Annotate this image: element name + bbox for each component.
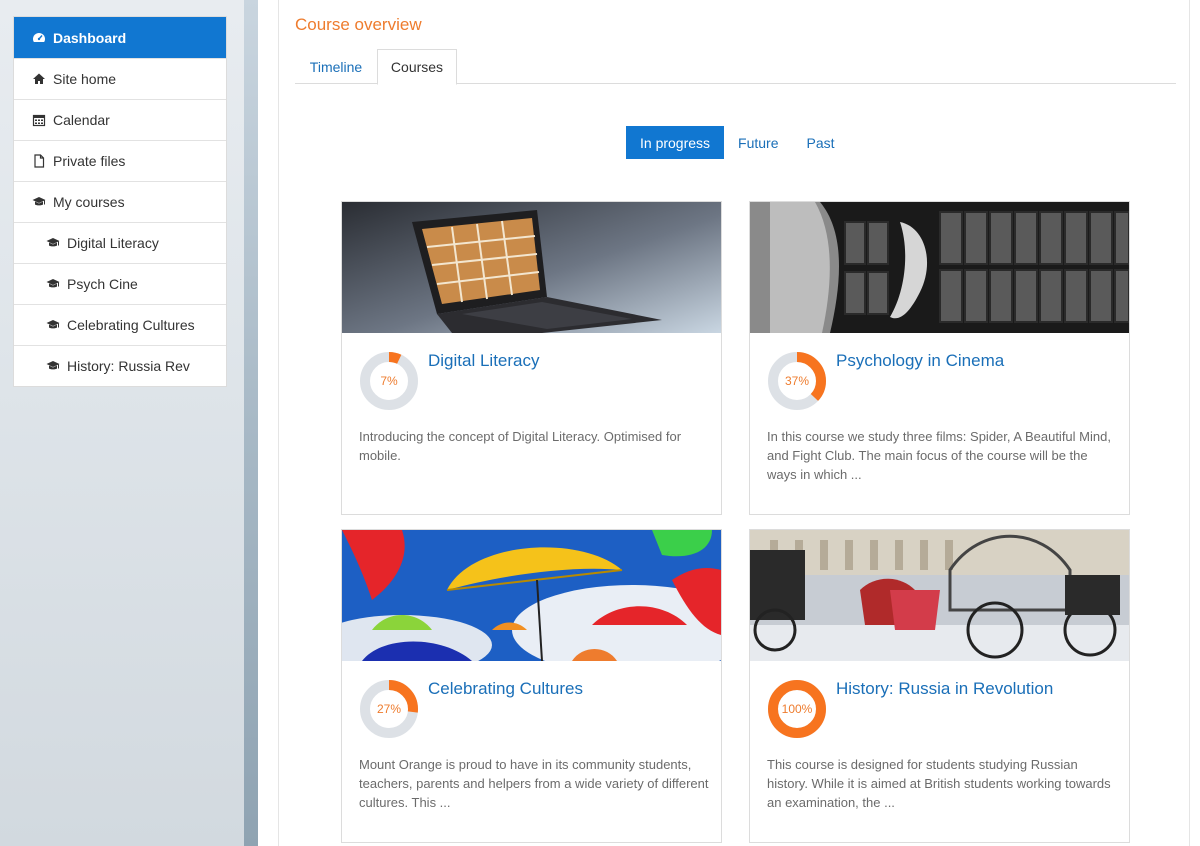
- nav-item-history-russia-rev[interactable]: History: Russia Rev: [14, 345, 226, 386]
- nav-item-private-files[interactable]: Private files: [14, 140, 226, 181]
- nav-item-digital-literacy[interactable]: Digital Literacy: [14, 222, 226, 263]
- course-filter-group: In progress Future Past: [626, 126, 849, 159]
- block-title: Course overview: [295, 15, 422, 34]
- course-image-faces[interactable]: [750, 202, 1129, 333]
- nav-item-dashboard[interactable]: Dashboard: [14, 17, 226, 58]
- course-summary: This course is designed for students stu…: [767, 757, 1111, 810]
- progress-percent: 27%: [376, 702, 402, 716]
- progress-percent: 100%: [781, 702, 813, 716]
- course-summary: In this course we study three films: Spi…: [767, 429, 1111, 482]
- graduation-cap-icon: [45, 318, 61, 332]
- course-title-link[interactable]: Celebrating Cultures: [428, 679, 583, 699]
- nav-label: Site home: [53, 71, 117, 87]
- graduation-cap-icon: [45, 236, 61, 250]
- progress-chart: 37%: [766, 350, 828, 412]
- course-summary: Mount Orange is proud to have in its com…: [359, 757, 709, 810]
- filter-past[interactable]: Past: [793, 126, 849, 159]
- nav-label: Digital Literacy: [67, 235, 159, 251]
- nav-label: Calendar: [53, 112, 110, 128]
- nav-item-psych-cine[interactable]: Psych Cine: [14, 263, 226, 304]
- dashboard-icon: [31, 31, 47, 45]
- course-overview-block: Course overview Timeline Courses In prog…: [278, 0, 1190, 846]
- nav-label: Psych Cine: [67, 276, 138, 292]
- nav-item-my-courses[interactable]: My courses: [14, 181, 226, 222]
- filter-in-progress[interactable]: In progress: [626, 126, 725, 159]
- course-card-history-russia-in-revolution: 100% History: Russia in Revolution This …: [749, 529, 1130, 843]
- course-image-carriages[interactable]: [750, 530, 1129, 661]
- overview-tabs: Timeline Courses: [295, 49, 1176, 85]
- nav-label: Private files: [53, 153, 126, 169]
- nav-item-celebrating-cultures[interactable]: Celebrating Cultures: [14, 304, 226, 345]
- progress-percent: 37%: [784, 374, 810, 388]
- tab-timeline[interactable]: Timeline: [295, 49, 377, 84]
- graduation-cap-icon: [45, 277, 61, 291]
- course-card-celebrating-cultures: 27% Celebrating Cultures Mount Orange is…: [341, 529, 722, 843]
- course-title-link[interactable]: Digital Literacy: [428, 351, 540, 371]
- progress-chart: 100%: [766, 678, 828, 740]
- nav-label: Dashboard: [53, 29, 127, 46]
- progress-percent: 7%: [380, 374, 398, 388]
- nav-label: History: Russia Rev: [67, 358, 190, 374]
- course-image-laptop[interactable]: [342, 202, 721, 333]
- background-strip: [244, 0, 258, 846]
- progress-chart: 27%: [358, 678, 420, 740]
- course-title-link[interactable]: History: Russia in Revolution: [836, 679, 1053, 699]
- calendar-icon: [31, 113, 47, 127]
- course-title-link[interactable]: Psychology in Cinema: [836, 351, 1004, 371]
- progress-chart: 7%: [358, 350, 420, 412]
- nav-drawer: Dashboard Site home Calendar Private fil…: [13, 16, 227, 387]
- graduation-cap-icon: [45, 359, 61, 373]
- course-summary: Introducing the concept of Digital Liter…: [359, 429, 682, 463]
- home-icon: [31, 72, 47, 86]
- nav-label: Celebrating Cultures: [67, 317, 195, 333]
- nav-item-calendar[interactable]: Calendar: [14, 99, 226, 140]
- course-card-digital-literacy: 7% Digital Literacy Introducing the conc…: [341, 201, 722, 515]
- nav-label: My courses: [53, 194, 125, 210]
- tab-courses[interactable]: Courses: [377, 49, 457, 85]
- graduation-cap-icon: [31, 195, 47, 209]
- course-image-umbrellas[interactable]: [342, 530, 721, 661]
- file-icon: [31, 154, 47, 168]
- nav-item-site-home[interactable]: Site home: [14, 58, 226, 99]
- filter-future[interactable]: Future: [724, 126, 792, 159]
- course-card-psychology-in-cinema: 37% Psychology in Cinema In this course …: [749, 201, 1130, 515]
